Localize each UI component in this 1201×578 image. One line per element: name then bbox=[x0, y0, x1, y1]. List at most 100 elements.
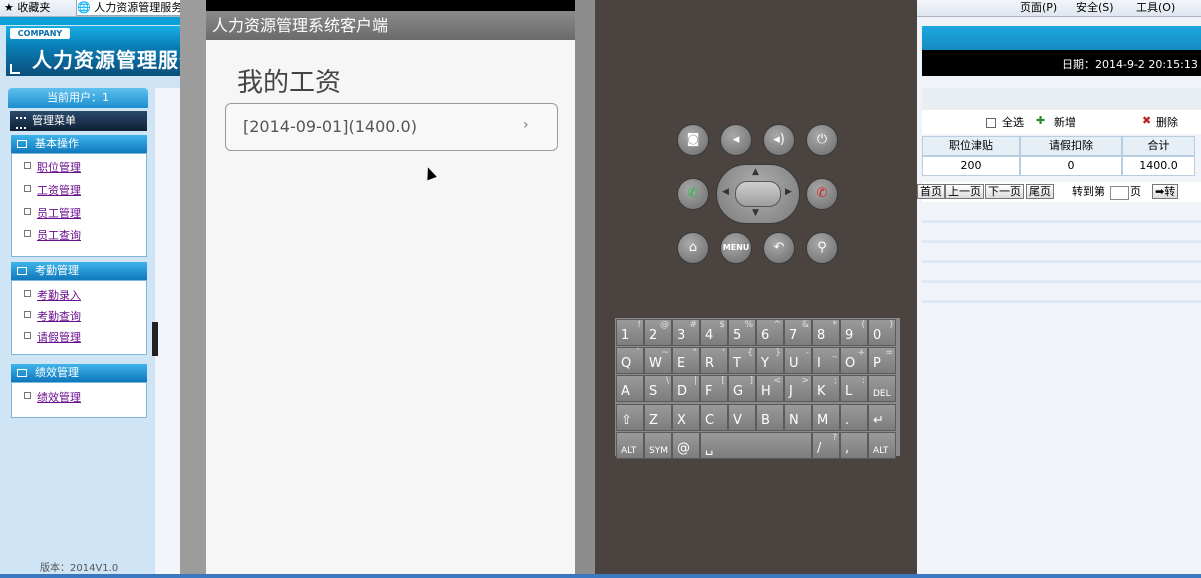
keyboard-key[interactable]: 4 $ bbox=[700, 319, 728, 346]
keyboard-key[interactable]: ALT bbox=[616, 431, 644, 459]
keyboard-key[interactable]: T{ bbox=[728, 347, 756, 375]
select-all-label[interactable]: 全选 bbox=[1002, 114, 1024, 130]
keyboard-key[interactable]: ⇧ bbox=[616, 403, 644, 431]
add-button[interactable]: 新增 bbox=[1054, 114, 1076, 130]
call-icon[interactable]: ✆ bbox=[677, 178, 709, 210]
dpad-right-icon[interactable]: ▶ bbox=[785, 187, 792, 197]
keyboard-key[interactable]: U- bbox=[784, 347, 812, 375]
keyboard-key[interactable]: SYM bbox=[644, 431, 672, 459]
keyboard-key[interactable]: ALT bbox=[868, 431, 896, 459]
keyboard-key[interactable]: E " bbox=[672, 347, 700, 375]
keyboard-key[interactable]: J > bbox=[784, 375, 812, 403]
section-attendance[interactable]: 考勤管理 bbox=[11, 262, 147, 280]
keyboard-key[interactable]: 0) bbox=[868, 319, 896, 346]
delete-button[interactable]: 删除 bbox=[1156, 114, 1178, 130]
keyboard-key[interactable]: O + bbox=[840, 347, 868, 375]
search-icon[interactable]: ⚲ bbox=[806, 232, 838, 264]
logo-icon bbox=[10, 64, 20, 74]
section-performance[interactable]: 绩效管理 bbox=[11, 364, 147, 382]
menu-safety[interactable]: 安全(S) bbox=[1076, 0, 1114, 15]
keyboard-key[interactable]: Y} bbox=[756, 347, 784, 375]
keyboard-key[interactable]: G] bbox=[728, 375, 756, 403]
bullet-icon bbox=[24, 185, 31, 192]
keyboard-key[interactable]: L: bbox=[840, 375, 868, 403]
keyboard-key[interactable]: 2 @ bbox=[644, 319, 672, 346]
faint-row bbox=[922, 220, 1201, 223]
link-salary-management[interactable]: 工资管理 bbox=[37, 182, 81, 198]
keyboard-key[interactable]: 3 # bbox=[672, 319, 700, 346]
key-label: 3 bbox=[677, 328, 686, 343]
keyboard-key[interactable]: H < bbox=[756, 375, 784, 403]
keyboard-key[interactable]: S \ bbox=[644, 375, 672, 403]
keyboard-key[interactable]: N bbox=[784, 403, 812, 431]
camera-icon[interactable]: ◙ bbox=[677, 124, 709, 156]
select-all-checkbox[interactable] bbox=[986, 118, 996, 128]
delete-icon[interactable]: ✖ bbox=[1142, 114, 1151, 127]
dpad-center-button[interactable] bbox=[735, 181, 781, 207]
keyboard-key[interactable]: B bbox=[756, 403, 784, 431]
end-call-icon[interactable]: ✆ bbox=[806, 178, 838, 210]
last-page-button[interactable]: 尾页 bbox=[1026, 184, 1054, 199]
go-button[interactable]: ➡转 bbox=[1152, 184, 1179, 199]
key-label: J bbox=[789, 384, 793, 400]
volume-up-icon[interactable]: ◂) bbox=[763, 124, 795, 156]
menu-button[interactable]: MENU bbox=[720, 232, 752, 264]
keyboard-key[interactable]: A bbox=[616, 375, 644, 403]
keyboard-key[interactable]: C bbox=[700, 403, 728, 431]
keyboard-key[interactable]: F[ bbox=[700, 375, 728, 403]
keyboard-key[interactable]: R ' bbox=[700, 347, 728, 375]
keyboard-key[interactable]: 7 & bbox=[784, 319, 812, 346]
table-header[interactable]: 职位津贴 bbox=[922, 136, 1020, 156]
keyboard-key[interactable]: 5% bbox=[728, 319, 756, 346]
volume-down-icon[interactable]: ◂ bbox=[720, 124, 752, 156]
keyboard-key[interactable]: 8 * bbox=[812, 319, 840, 346]
favorites-button[interactable]: ★ 收藏夹 bbox=[4, 0, 50, 15]
keyboard-key[interactable]: P = bbox=[868, 347, 896, 375]
collapse-handle[interactable] bbox=[152, 322, 158, 356]
table-header[interactable]: 请假扣除 bbox=[1020, 136, 1122, 156]
add-icon[interactable]: ✚ bbox=[1036, 114, 1045, 127]
browser-tab[interactable]: 🌐 人力资源管理服务 bbox=[76, 0, 182, 16]
keyboard-key[interactable]: @ bbox=[672, 431, 700, 459]
section-basic-ops[interactable]: 基本操作 bbox=[11, 135, 147, 153]
menu-page[interactable]: 页面(P) bbox=[1020, 0, 1057, 15]
keyboard-key[interactable]: 1! bbox=[616, 319, 644, 346]
table-header[interactable]: 合计 bbox=[1122, 136, 1195, 156]
keyboard-key[interactable]: Z bbox=[644, 403, 672, 431]
keyboard-key[interactable]: 9( bbox=[840, 319, 868, 346]
key-label: H bbox=[761, 384, 771, 400]
keyboard-key[interactable]: DEL bbox=[868, 375, 896, 403]
dpad-down-icon[interactable]: ▼ bbox=[752, 208, 759, 218]
dpad-up-icon[interactable]: ▲ bbox=[752, 167, 759, 177]
keyboard-key[interactable]: . bbox=[840, 403, 868, 431]
keyboard-key[interactable]: V bbox=[728, 403, 756, 431]
keyboard-key[interactable]: ↵ bbox=[868, 403, 896, 431]
link-leave-management[interactable]: 请假管理 bbox=[37, 329, 81, 345]
keyboard-key[interactable]: 6 ^ bbox=[756, 319, 784, 346]
keyboard-key[interactable]: D | bbox=[672, 375, 700, 403]
keyboard-key[interactable]: W ~ bbox=[644, 347, 672, 375]
keyboard-key[interactable]: , bbox=[840, 431, 868, 459]
keyboard-key[interactable]: X bbox=[672, 403, 700, 431]
page-number-input[interactable] bbox=[1110, 186, 1129, 200]
keyboard-key[interactable]: Q ` bbox=[616, 347, 644, 375]
link-attendance-query[interactable]: 考勤查询 bbox=[37, 308, 81, 324]
keyboard-key[interactable]: K; bbox=[812, 375, 840, 403]
link-performance-management[interactable]: 绩效管理 bbox=[37, 389, 81, 405]
dpad-left-icon[interactable]: ◀ bbox=[722, 187, 729, 197]
link-attendance-entry[interactable]: 考勤录入 bbox=[37, 287, 81, 303]
keyboard-key[interactable]: ␣ bbox=[700, 431, 812, 459]
home-icon[interactable]: ⌂ bbox=[677, 232, 709, 264]
link-position-management[interactable]: 职位管理 bbox=[37, 159, 81, 175]
keyboard-key[interactable]: /? bbox=[812, 431, 840, 459]
menu-tools[interactable]: 工具(O) bbox=[1136, 0, 1175, 15]
next-page-button[interactable]: 下一页 bbox=[985, 184, 1024, 199]
link-employee-management[interactable]: 员工管理 bbox=[37, 205, 81, 221]
keyboard-key[interactable]: M bbox=[812, 403, 840, 431]
power-icon[interactable]: ⏻ bbox=[806, 124, 838, 156]
back-icon[interactable]: ↶ bbox=[763, 232, 795, 264]
prev-page-button[interactable]: 上一页 bbox=[945, 184, 984, 199]
first-page-button[interactable]: 首页 bbox=[917, 184, 945, 199]
link-employee-query[interactable]: 员工查询 bbox=[37, 227, 81, 243]
keyboard-key[interactable]: I _ bbox=[812, 347, 840, 375]
